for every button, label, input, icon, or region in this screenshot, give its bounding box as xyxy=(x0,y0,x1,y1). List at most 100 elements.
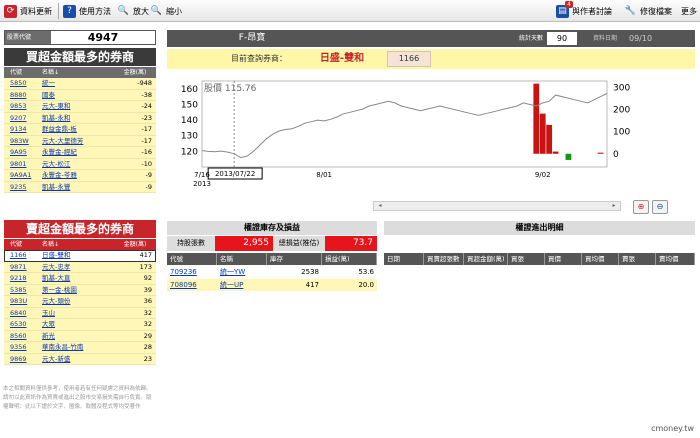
query-bar: 目前查詢券商： 日盛-雙和 1166 xyxy=(167,49,695,69)
wrench-icon: 🔧 xyxy=(624,6,637,16)
holdings-summary: 持股張數 2,955 總損益(推估) 73.7 xyxy=(167,236,377,251)
col-name[interactable]: 名稱 xyxy=(217,253,267,265)
pl-label: 總損益(推估) xyxy=(273,236,325,251)
y-left-tick-label: 140 xyxy=(181,116,198,126)
sell-broker-list: 代號 名稱↓ 金額(萬) 1166 日盛-雙和 417 9871 元大-忠孝 173 921… xyxy=(4,239,156,365)
chart-zoom-in-button[interactable]: ⊕ xyxy=(633,200,649,214)
days-input[interactable]: 90 xyxy=(547,32,577,45)
date-value: 09/10 xyxy=(629,34,653,43)
footer-brand: cmoney.tw xyxy=(651,424,694,433)
list-item[interactable]: 8560 新光 29 xyxy=(4,331,156,342)
list-item[interactable]: 6530 大眾 32 xyxy=(4,319,156,331)
more-button[interactable]: 更多 xyxy=(681,4,697,18)
list-item[interactable]: 9801 元大-松江 -10 xyxy=(4,159,156,170)
refresh-icon: ⟳ xyxy=(4,4,17,18)
trades-title: 權證進出明細 xyxy=(384,221,695,235)
scroll-left-icon[interactable]: ◂ xyxy=(376,202,384,210)
broker-name: 日盛-雙和 xyxy=(319,53,365,64)
sell-panel-title: 賣超金額最多的券商 xyxy=(4,220,156,238)
chart-zoom-out-button[interactable]: ⊖ xyxy=(652,200,668,214)
stock-name: F-昂寶 xyxy=(238,33,266,43)
y-left-tick-label: 130 xyxy=(181,132,198,142)
days-label: 統計天數 xyxy=(519,35,544,42)
col-code[interactable]: 代號 xyxy=(167,253,217,265)
list-item[interactable]: 9207 凱基-永和 -23 xyxy=(4,113,156,124)
x-tick-label: 7/16 xyxy=(194,171,210,179)
y-left-tick-label: 160 xyxy=(181,85,198,95)
buy-panel-title: 買超金額最多的券商 xyxy=(4,48,156,66)
list-item[interactable]: 9853 元大-東和 -24 xyxy=(4,101,156,113)
stock-code-input[interactable]: 4947 xyxy=(51,31,155,44)
x-tick-label: 9/02 xyxy=(535,171,551,179)
volume-bar xyxy=(597,152,604,154)
zoom-in-icon: ⊕ xyxy=(637,202,645,211)
magnifier-plus-icon: 🔍 xyxy=(117,6,130,16)
y-right-tick-label: 200 xyxy=(613,106,630,116)
toolbar: ⟳ 資料更新 ? 使用方法 🔍 放大 🔍 縮小 ▤ 4 與作者討論 🔧 修復檔案… xyxy=(0,0,700,22)
list-item[interactable]: 9A95 永豐金-經紀 -16 xyxy=(4,147,156,159)
price-readout: 股價 115.76 xyxy=(204,83,257,94)
broker-chart[interactable]: 160 150 140 130 120 300 200 100 0 股價 115.76 2013/0… xyxy=(167,71,695,216)
holdings-header: 代號 名稱 庫存 損益(萬) xyxy=(167,253,377,265)
list-item[interactable]: 983U 元大-頭份 36 xyxy=(4,296,156,308)
plot-area xyxy=(201,80,608,168)
cursor-date-label: 2013/07/22 xyxy=(215,170,255,178)
y-left-tick-label: 150 xyxy=(181,100,198,110)
list-item[interactable]: 983W 元大-大里德芳 -17 xyxy=(4,136,156,147)
y-left-tick-label: 120 xyxy=(181,147,198,157)
list-item[interactable]: 9869 元大-新盛 23 xyxy=(4,354,156,365)
volume-bar xyxy=(539,113,546,154)
zoom-out-icon: ⊖ xyxy=(656,202,664,211)
stock-title-bar: F-昂寶 統計天數 90 資料日期 09/10 xyxy=(167,30,695,47)
discuss-button[interactable]: ▤ 4 與作者討論 xyxy=(556,0,612,18)
table-row[interactable]: 708096 統一UP 417 20.0 xyxy=(167,279,377,291)
discuss-badge: 4 xyxy=(565,0,573,8)
y-right-tick-label: 300 xyxy=(613,84,630,94)
toolbar-divider xyxy=(58,3,59,19)
stock-code-box: 股票代號 4947 xyxy=(4,30,156,45)
col-stock[interactable]: 庫存 xyxy=(267,253,322,265)
disclaimer-text: 本之相關資料僅供參考，使用者若有任何疑慮之資料為依歸。請勿以此資訊作為買賣或進出… xyxy=(3,386,152,410)
list-item[interactable]: 5385 第一金-桃園 39 xyxy=(4,285,156,296)
y-right-tick-label: 0 xyxy=(613,150,619,160)
refresh-button[interactable]: ⟳ 資料更新 xyxy=(4,4,52,18)
broker-code: 1166 xyxy=(387,51,431,67)
volume-bar xyxy=(565,153,572,160)
scroll-right-icon[interactable]: ▸ xyxy=(610,202,618,210)
help-button[interactable]: ? 使用方法 xyxy=(63,4,111,18)
list-item[interactable]: 5850 統一 -948 xyxy=(4,78,156,90)
trades-header: 日期 買賣超張數 買超金額(萬) 買張 買價 買均價 賣張 賣均價 xyxy=(384,253,695,265)
chart-svg: 160 150 140 130 120 300 200 100 0 股價 115.76 2013/0… xyxy=(181,80,630,188)
buy-list-header: 代號 名稱↓ 金額(萬) xyxy=(4,67,156,78)
chart-scrollbar[interactable]: ◂ ▸ xyxy=(373,201,621,211)
sell-list-header: 代號 名稱↓ 金額(萬) xyxy=(4,239,156,250)
y-right-tick-label: 100 xyxy=(613,128,630,138)
zoom-in-button[interactable]: 🔍 放大 xyxy=(117,4,149,18)
repair-button[interactable]: 🔧 修復檔案 xyxy=(624,4,672,18)
date-label: 資料日期 xyxy=(593,35,618,42)
query-label: 目前查詢券商： xyxy=(231,54,287,63)
list-item[interactable]: 1166 日盛-雙和 417 xyxy=(4,250,156,262)
help-icon: ? xyxy=(63,4,76,18)
x-tick-label: 8/01 xyxy=(316,171,332,179)
list-item[interactable]: 9A9A1 永豐金-苓雅 -9 xyxy=(4,170,156,182)
zoom-out-button[interactable]: 🔍 縮小 xyxy=(150,4,182,18)
magnifier-minus-icon: 🔍 xyxy=(150,6,163,16)
list-item[interactable]: 8880 國泰 -38 xyxy=(4,90,156,101)
list-item[interactable]: 6840 玉山 32 xyxy=(4,308,156,319)
list-item[interactable]: 9356 華南永昌-竹南 28 xyxy=(4,342,156,354)
shares-label: 持股張數 xyxy=(167,236,215,251)
table-row[interactable]: 709236 統一YW 2538 53.6 xyxy=(167,266,377,278)
list-item[interactable]: 9134 群益金鼎-板 -17 xyxy=(4,124,156,136)
x-tick-label: 2013 xyxy=(193,180,211,188)
list-item[interactable]: 9218 凱基-大直 92 xyxy=(4,273,156,285)
buy-broker-list: 代號 名稱↓ 金額(萬) 5850 統一 -948 8880 國泰 -38 9853 元大-東… xyxy=(4,67,156,193)
col-pl[interactable]: 損益(萬) xyxy=(322,253,377,265)
chat-icon: ▤ 4 xyxy=(556,0,573,18)
volume-bar xyxy=(533,83,540,154)
stock-code-label: 股票代號 xyxy=(5,31,51,44)
volume-bar xyxy=(552,151,559,154)
holdings-title: 權證庫存及損益 xyxy=(167,221,377,235)
list-item[interactable]: 9871 元大-忠孝 173 xyxy=(4,262,156,273)
list-item[interactable]: 9235 凱基-永豐 -9 xyxy=(4,182,156,193)
